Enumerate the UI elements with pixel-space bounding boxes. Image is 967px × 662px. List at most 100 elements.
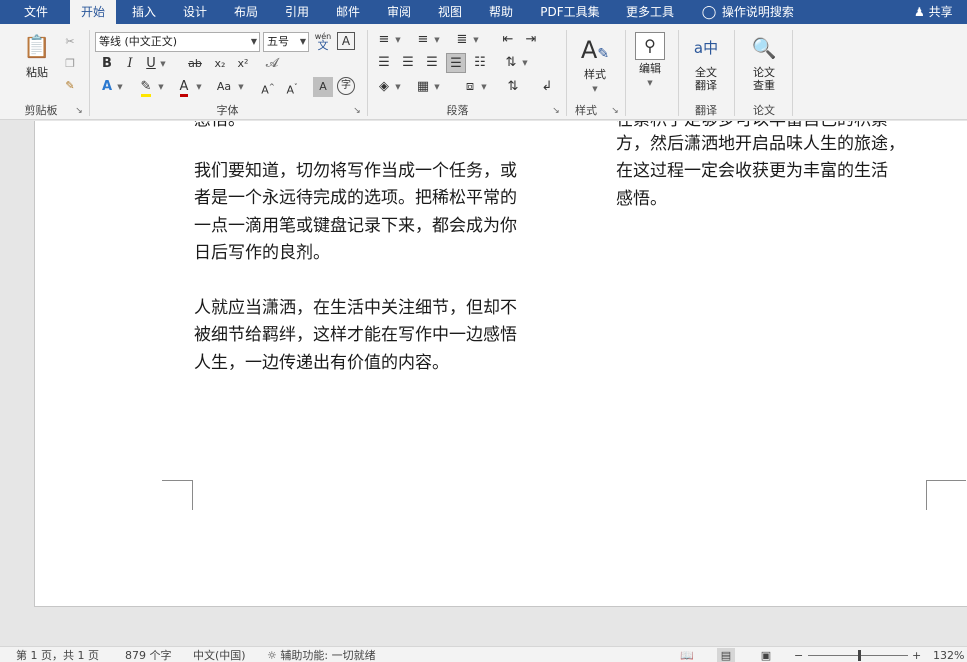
underline-button[interactable]: U (143, 54, 159, 74)
paragraph-group-label: 段落 (446, 104, 469, 117)
text-effects-icon[interactable]: A (97, 77, 117, 97)
tab-file[interactable]: 文件 (14, 0, 58, 24)
chevron-down-icon[interactable]: ▼ (236, 77, 246, 97)
clear-formatting-icon[interactable]: 𝓐 (262, 54, 282, 74)
tab-review[interactable]: 审阅 (379, 0, 419, 24)
doc-line: 者是一个永远待完成的选项。把稀松平常的 (194, 188, 517, 209)
tab-layout[interactable]: 布局 (226, 0, 266, 24)
document-area[interactable]: 感悟。 在累积了足够多可以丰富自己的积累 我们要知道，切勿将写作当成一个任务，或… (0, 121, 967, 646)
editing-label: 编辑 (639, 62, 661, 75)
full-translate-button[interactable]: a中 全文 翻译 (686, 32, 726, 92)
paper-line2: 查重 (753, 79, 775, 92)
character-border-button[interactable]: A (337, 32, 355, 50)
accessibility-status[interactable]: ☼ 辅助功能: 一切就绪 (267, 648, 376, 662)
read-mode-icon[interactable]: 📖 (678, 648, 696, 662)
font-size-select[interactable]: 五号 ▼ (263, 32, 309, 52)
paragraph-launcher-icon[interactable]: ↘ (551, 106, 561, 116)
zoom-slider-thumb[interactable] (858, 650, 861, 661)
translate-line1: 全文 (695, 66, 717, 79)
subscript-button[interactable]: x₂ (210, 54, 230, 74)
asian-layout-icon[interactable]: ⧈ (460, 77, 480, 97)
tab-help[interactable]: 帮助 (481, 0, 521, 24)
translate-group-label: 翻译 (695, 104, 717, 117)
increase-indent-icon[interactable]: ⇥ (521, 30, 541, 50)
chevron-down-icon[interactable]: ▼ (115, 77, 125, 97)
tab-more-tools[interactable]: 更多工具 (618, 0, 682, 24)
sort-icon[interactable]: ⇅ (503, 77, 523, 97)
font-color-icon[interactable]: A (174, 77, 194, 97)
chevron-down-icon[interactable]: ▼ (479, 77, 489, 97)
page-count[interactable]: 第 1 页，共 1 页 (16, 648, 99, 662)
shrink-font-button[interactable]: A˅ (282, 77, 302, 97)
chevron-down-icon[interactable]: ▼ (393, 77, 403, 97)
chevron-down-icon[interactable]: ▼ (471, 30, 481, 50)
italic-button[interactable]: I (120, 54, 140, 74)
doc-line: 人生，一边传递出有价值的内容。 (194, 352, 449, 373)
bold-button[interactable]: B (97, 54, 117, 74)
group-divider (367, 30, 368, 116)
paste-button[interactable]: 📋 粘贴 (20, 32, 54, 79)
font-color-a-icon: A (179, 80, 189, 97)
doc-paragraph-right[interactable]: 方，然后潇洒地开启品味人生的旅途， 在这过程一定会收获更为丰富的生活 感悟。 (616, 131, 905, 213)
character-shading-button[interactable]: A (313, 77, 333, 97)
tab-references[interactable]: 引用 (277, 0, 317, 24)
zoom-in-button[interactable]: + (912, 648, 921, 662)
zoom-level[interactable]: 132% (933, 648, 964, 662)
phonetic-guide-button[interactable]: wén 文 (313, 32, 333, 52)
superscript-button[interactable]: x² (233, 54, 253, 74)
tab-home[interactable]: 开始 (70, 0, 116, 24)
show-marks-icon[interactable]: ↲ (537, 77, 557, 97)
tab-insert[interactable]: 插入 (124, 0, 164, 24)
numbering-icon[interactable]: ≡ (413, 30, 433, 50)
doc-paragraph[interactable]: 人就应当潇洒，在生活中关注细节，但却不 被细节给羁绊，这样才能在写作中一边感悟 … (194, 295, 517, 377)
align-right-icon[interactable]: ☰ (422, 53, 442, 73)
tab-design[interactable]: 设计 (175, 0, 215, 24)
styles-launcher-icon[interactable]: ↘ (610, 106, 620, 116)
print-layout-icon[interactable]: ▤ (717, 648, 735, 662)
chevron-down-icon[interactable]: ▼ (194, 77, 204, 97)
shading-icon[interactable]: ◈ (374, 77, 394, 97)
distributed-icon[interactable]: ☷ (470, 53, 490, 73)
tab-view[interactable]: 视图 (430, 0, 470, 24)
format-painter-icon[interactable]: ✎ (60, 76, 80, 96)
grow-font-button[interactable]: A^ (258, 77, 278, 97)
chevron-down-icon[interactable]: ▼ (156, 77, 166, 97)
chevron-down-icon[interactable]: ▼ (432, 30, 442, 50)
line-spacing-icon[interactable]: ⇅ (501, 53, 521, 73)
doc-paragraph[interactable]: 我们要知道，切勿将写作当成一个任务，或 者是一个永远待完成的选项。把稀松平常的 … (194, 158, 517, 267)
change-case-label: Aa (216, 80, 232, 93)
highlight-icon[interactable]: ✎ (136, 77, 156, 97)
align-center-icon[interactable]: ☰ (398, 53, 418, 73)
chevron-down-icon[interactable]: ▼ (432, 77, 442, 97)
chevron-down-icon[interactable]: ▼ (158, 54, 168, 74)
paper-check-button[interactable]: 🔍 论文 查重 (744, 32, 784, 92)
editing-button[interactable]: ⚲ 编辑 ▼ (632, 32, 668, 90)
enclose-characters-button[interactable]: 字 (337, 77, 355, 95)
borders-icon[interactable]: ▦ (413, 77, 433, 97)
multilevel-list-icon[interactable]: ≣ (452, 30, 472, 50)
justify-icon[interactable]: ☰ (446, 53, 466, 73)
decrease-indent-icon[interactable]: ⇤ (498, 30, 518, 50)
align-left-icon[interactable]: ☰ (374, 53, 394, 73)
document-search-icon: 🔍 (751, 36, 777, 60)
copy-icon[interactable]: ❐ (60, 54, 80, 74)
clipboard-launcher-icon[interactable]: ↘ (74, 106, 84, 116)
tell-me-search[interactable]: ◯ 操作说明搜索 (700, 0, 794, 24)
styles-button[interactable]: A✎ 样式 ▼ (574, 34, 616, 96)
word-count[interactable]: 879 个字 (125, 648, 172, 662)
chevron-down-icon[interactable]: ▼ (520, 53, 530, 73)
font-launcher-icon[interactable]: ↘ (352, 106, 362, 116)
chevron-down-icon[interactable]: ▼ (393, 30, 403, 50)
strikethrough-button[interactable]: ab (185, 54, 205, 74)
font-name-select[interactable]: 等线 (中文正文) ▼ (95, 32, 260, 52)
web-layout-icon[interactable]: ▣ (757, 648, 775, 662)
tab-mailings[interactable]: 邮件 (328, 0, 368, 24)
tab-pdf-tools[interactable]: PDF工具集 (534, 0, 606, 24)
document-page[interactable]: 感悟。 在累积了足够多可以丰富自己的积累 我们要知道，切勿将写作当成一个任务，或… (34, 121, 967, 607)
share-button[interactable]: ♟ 共享 (914, 0, 953, 24)
cut-icon[interactable]: ✂ (60, 32, 80, 52)
language-indicator[interactable]: 中文(中国) (193, 648, 246, 662)
zoom-out-button[interactable]: − (794, 648, 803, 662)
bullets-icon[interactable]: ≡ (374, 30, 394, 50)
change-case-button[interactable]: Aa (212, 77, 236, 97)
